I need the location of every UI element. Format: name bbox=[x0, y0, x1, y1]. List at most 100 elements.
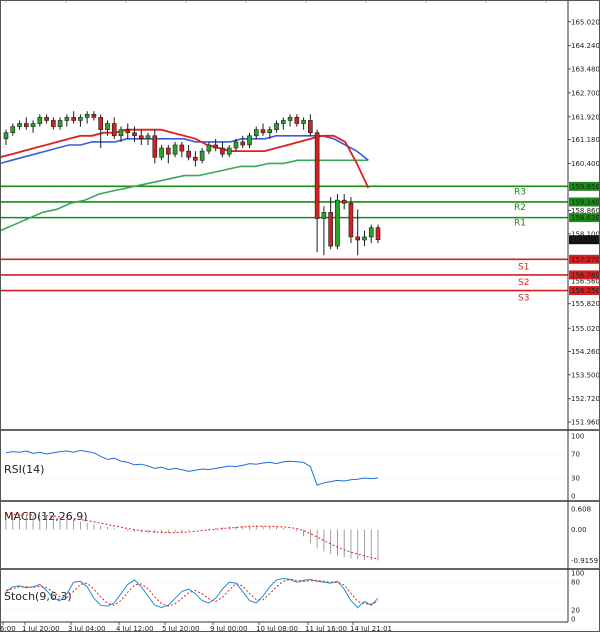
time-tick-label: 9 Jul 00:00 bbox=[210, 625, 248, 632]
level-price-label: 156.250 bbox=[571, 287, 600, 295]
candle-body-down bbox=[294, 117, 300, 124]
level-name-s1: S1 bbox=[518, 262, 529, 272]
time-tick-label: 10 Jul 08:00 bbox=[256, 625, 298, 632]
candle-body-up bbox=[206, 144, 212, 152]
price-tick-label: 164.240 bbox=[571, 42, 600, 50]
candle-body-up bbox=[274, 123, 279, 130]
price-tick-label: 155.820 bbox=[571, 300, 600, 308]
macd-tick-label: 0.608 bbox=[571, 506, 591, 514]
candle-body-up bbox=[84, 114, 90, 118]
candle-body-down bbox=[91, 114, 97, 118]
candle-body-down bbox=[341, 199, 347, 204]
candle-body-up bbox=[10, 126, 16, 134]
level-name-s2: S2 bbox=[518, 278, 529, 288]
candle-body-up bbox=[287, 117, 293, 121]
candle-body-up bbox=[172, 144, 178, 155]
price-tick-label: 154.260 bbox=[571, 348, 600, 356]
candle-body-down bbox=[166, 147, 171, 155]
candle bbox=[335, 194, 340, 250]
level-price-label: 156.760 bbox=[571, 271, 600, 279]
price-tick-label: 163.480 bbox=[571, 65, 600, 73]
candle-body-down bbox=[71, 117, 76, 121]
candle-body-up bbox=[267, 129, 273, 134]
candle-body-up bbox=[3, 132, 9, 140]
candle-body-up bbox=[368, 227, 374, 238]
candle-body-up bbox=[362, 236, 367, 241]
candle-body-up bbox=[17, 123, 22, 127]
candle-body-down bbox=[375, 227, 381, 241]
chart-svg: 165.020 164.240 163.480 162.700 161.920 161.1… bbox=[0, 0, 600, 632]
candle-body-down bbox=[23, 123, 29, 127]
candle-body-up bbox=[145, 135, 151, 140]
candle-body-up bbox=[281, 120, 286, 124]
macd-tick-label: 0.00 bbox=[571, 526, 587, 534]
rsi-tick-label: 0 bbox=[571, 493, 575, 501]
candle-body-up bbox=[37, 117, 43, 124]
rsi-tick-label: 70 bbox=[571, 451, 580, 459]
price-tick-label: 153.500 bbox=[571, 371, 600, 379]
candle-body-down bbox=[125, 129, 131, 134]
candle-body-up bbox=[199, 150, 205, 161]
rsi-label: RSI(14) bbox=[4, 463, 44, 476]
candle-body-down bbox=[186, 150, 191, 158]
candle-body-up bbox=[30, 123, 36, 127]
candle bbox=[348, 197, 354, 244]
candle-body-down bbox=[98, 117, 103, 130]
level-name-r2: R2 bbox=[514, 203, 526, 213]
candle-body-down bbox=[328, 212, 333, 247]
candle-body-up bbox=[335, 199, 340, 247]
candle-body-down bbox=[308, 120, 313, 134]
candle-body-down bbox=[111, 123, 117, 137]
candle-body-up bbox=[118, 129, 124, 137]
macd-label: MACD(12,26,9) bbox=[4, 510, 88, 523]
candle-body-down bbox=[193, 156, 198, 161]
level-price-label: 159.650 bbox=[571, 183, 600, 191]
candle-body-up bbox=[301, 120, 306, 124]
candle-body-down bbox=[355, 236, 361, 241]
price-tick-label: 152.720 bbox=[571, 395, 600, 403]
candle-body-down bbox=[152, 135, 158, 158]
time-tick-label: 6:00 bbox=[0, 625, 16, 632]
time-tick-label: 3 Jul 04:00 bbox=[68, 625, 106, 632]
level-name-s3: S3 bbox=[518, 294, 529, 304]
stoch-tick-label: 100 bbox=[571, 570, 584, 578]
candle-body-up bbox=[233, 141, 239, 149]
candle-body-up bbox=[57, 120, 63, 127]
time-tick-label: 14 Jul 21:01 bbox=[350, 625, 392, 632]
candle-body-down bbox=[138, 135, 144, 140]
price-tick-label: 151.960 bbox=[571, 419, 600, 427]
candle-body-up bbox=[105, 123, 110, 130]
candle-body-up bbox=[78, 117, 83, 121]
candle-body-down bbox=[179, 144, 185, 152]
candle-body-down bbox=[220, 147, 225, 155]
current-price-label: 157.909 bbox=[571, 236, 600, 244]
candle-body-down bbox=[132, 132, 137, 137]
candle-body-up bbox=[226, 147, 232, 155]
candle-body-down bbox=[44, 117, 49, 121]
candle-body-up bbox=[321, 212, 327, 219]
candle-body-up bbox=[247, 135, 252, 146]
candle-body-down bbox=[314, 132, 320, 219]
candle-body-down bbox=[51, 120, 56, 127]
macd-tick-label: -0.9159 bbox=[571, 557, 598, 565]
time-tick-label: 4 Jul 12:00 bbox=[116, 625, 154, 632]
level-price-label: 158.630 bbox=[571, 214, 600, 222]
candle-body-up bbox=[159, 147, 164, 158]
time-tick-label: 5 Jul 20:00 bbox=[162, 625, 200, 632]
time-tick-label: 11 Jul 16:00 bbox=[305, 625, 347, 632]
price-tick-label: 161.920 bbox=[571, 113, 600, 121]
price-tick-label: 162.700 bbox=[571, 89, 600, 97]
price-tick-label: 161.180 bbox=[571, 136, 600, 144]
price-tick-label: 165.020 bbox=[571, 18, 600, 26]
candle-body-up bbox=[64, 117, 70, 121]
time-tick-label: 1 Jul 20:00 bbox=[22, 625, 60, 632]
candle-body-up bbox=[253, 129, 259, 137]
stoch-tick-label: 80 bbox=[571, 579, 580, 587]
stoch-tick-label: 20 bbox=[571, 606, 580, 614]
candle-body-down bbox=[213, 144, 218, 149]
stoch-tick-label: 0 bbox=[571, 616, 575, 624]
price-tick-label: 155.020 bbox=[571, 325, 600, 333]
candle-body-down bbox=[348, 202, 354, 238]
rsi-tick-label: 30 bbox=[571, 475, 580, 483]
stoch-label: Stoch(9,6,3) bbox=[4, 590, 72, 603]
